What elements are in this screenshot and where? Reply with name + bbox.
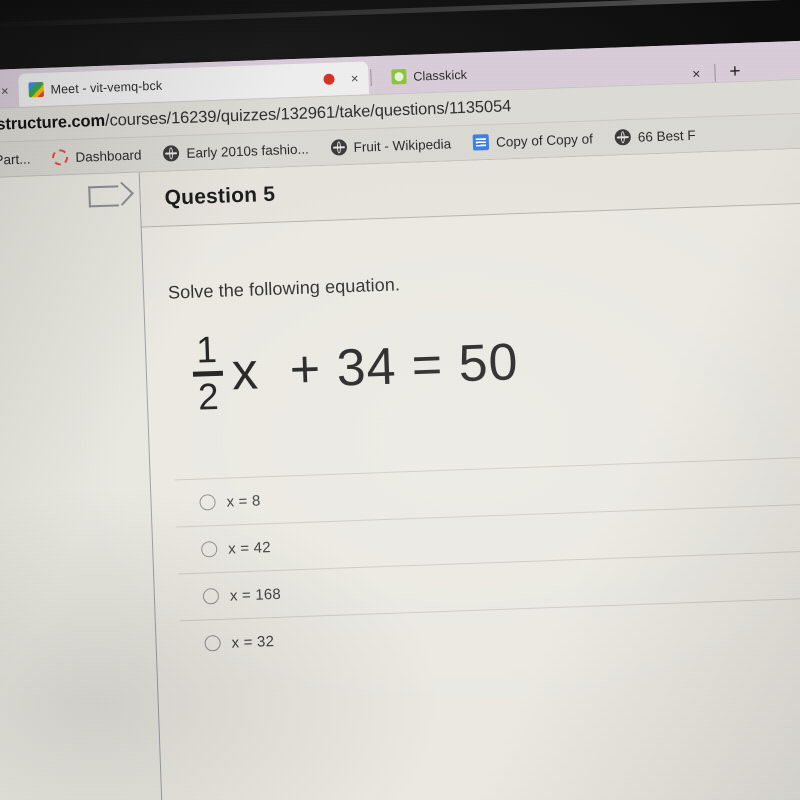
equation-display: 1 2 x + 34 = 50 bbox=[191, 310, 800, 418]
question-title: Question 5 bbox=[164, 182, 276, 210]
google-meet-icon bbox=[28, 81, 44, 98]
tab-title: Classkick bbox=[413, 67, 468, 84]
bookmark-label: Copy of Copy of bbox=[495, 130, 594, 150]
record-dot-icon bbox=[323, 73, 335, 85]
new-tab-button[interactable]: + bbox=[729, 61, 741, 82]
bookmark-label: Fruit - Wikipedia bbox=[353, 135, 452, 155]
bookmark-66-best[interactable]: 66 Best F bbox=[604, 126, 707, 146]
close-icon[interactable]: × bbox=[351, 71, 359, 86]
bookmark-label: 66 Best F bbox=[637, 127, 696, 145]
question-body: Solve the following equation. 1 2 x + 34… bbox=[142, 202, 800, 668]
close-icon[interactable]: × bbox=[1, 83, 9, 98]
radio-button-icon[interactable] bbox=[204, 635, 221, 652]
equation-remainder: x + 34 = 50 bbox=[230, 333, 520, 402]
tab-classkick[interactable]: Classkick bbox=[381, 57, 487, 94]
globe-icon bbox=[330, 139, 347, 156]
bookmark-hawaiian-part[interactable]: Hawaiian Part... bbox=[0, 151, 42, 170]
question-prompt: Solve the following equation. bbox=[167, 274, 401, 303]
fraction-numerator: 1 bbox=[195, 328, 219, 371]
bookmark-label: Hawaiian Part... bbox=[0, 150, 31, 169]
url-domain: ndisd.instructure.com bbox=[0, 111, 106, 136]
answer-label: x = 8 bbox=[226, 491, 261, 511]
fraction-one-half: 1 2 bbox=[191, 328, 224, 418]
close-icon[interactable]: × bbox=[692, 65, 701, 81]
radio-button-icon[interactable] bbox=[199, 494, 216, 511]
bookmark-fruit-wikipedia[interactable]: Fruit - Wikipedia bbox=[319, 135, 462, 156]
tab-strip-controls: × + bbox=[692, 61, 741, 83]
globe-icon bbox=[163, 145, 180, 162]
answer-label: x = 32 bbox=[231, 632, 275, 652]
google-docs-icon bbox=[472, 134, 490, 151]
bookmark-dashboard[interactable]: Dashboard bbox=[41, 146, 153, 166]
globe-icon bbox=[614, 128, 632, 146]
answer-label: x = 42 bbox=[227, 538, 272, 558]
photograph-of-laptop-screen: ng Equa × Meet - vit-vemq-bck × Classkic… bbox=[0, 0, 800, 800]
radio-button-icon[interactable] bbox=[202, 588, 220, 605]
radio-button-icon[interactable] bbox=[200, 541, 218, 558]
answer-options-list: x = 8 x = 42 x = 168 x = 32 bbox=[174, 456, 800, 668]
answer-label: x = 168 bbox=[229, 585, 282, 605]
bookmark-early-2010s-fashion[interactable]: Early 2010s fashio... bbox=[152, 140, 320, 162]
tab-title: Meet - vit-vemq-bck bbox=[50, 78, 163, 97]
classkick-icon bbox=[391, 68, 407, 85]
tab-divider bbox=[370, 69, 372, 87]
bookmark-copy-of-copy-of[interactable]: Copy of Copy of bbox=[462, 130, 604, 151]
bookmark-label: Early 2010s fashio... bbox=[186, 141, 309, 161]
tab-solving-equations[interactable]: ng Equa × bbox=[0, 74, 19, 110]
flag-icon[interactable] bbox=[88, 185, 119, 208]
question-card: Question 5 Solve the following equation.… bbox=[88, 147, 800, 800]
canvas-quiz-page: ons ary ucation Question 5 Solve the fol… bbox=[0, 145, 800, 800]
course-navigation-sidebar: ons ary ucation bbox=[0, 173, 164, 800]
canvas-icon bbox=[52, 149, 69, 166]
fraction-denominator: 2 bbox=[197, 375, 221, 418]
divider bbox=[714, 63, 716, 82]
bookmark-label: Dashboard bbox=[75, 146, 142, 165]
browser-window: ng Equa × Meet - vit-vemq-bck × Classkic… bbox=[0, 37, 800, 800]
